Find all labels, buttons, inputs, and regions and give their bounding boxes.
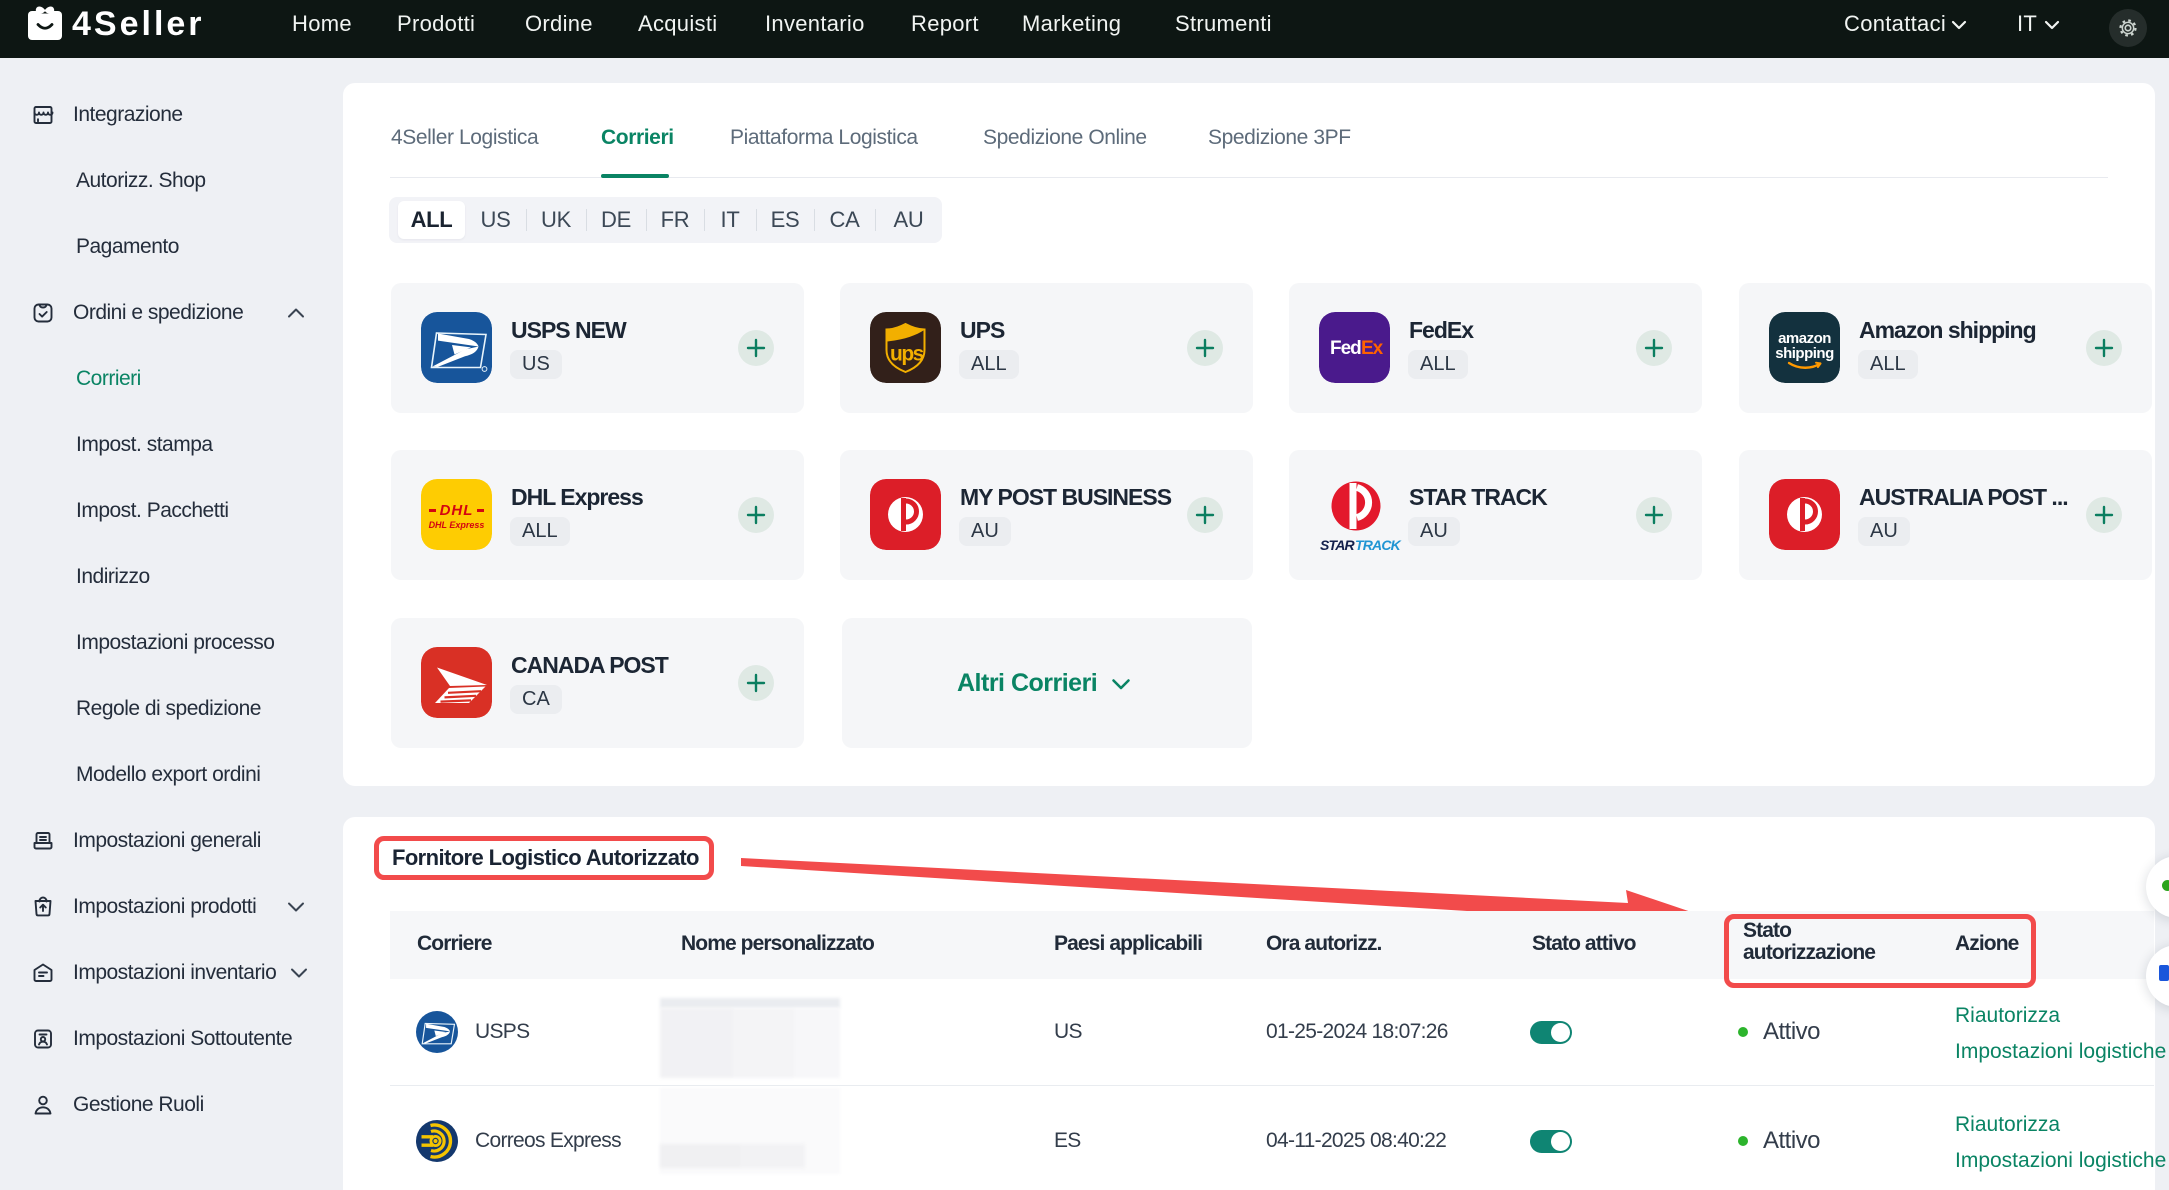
svg-text:STAR: STAR <box>1320 537 1356 553</box>
svg-text:Ex: Ex <box>1361 338 1384 359</box>
svg-text:TRACK: TRACK <box>1355 537 1402 553</box>
svg-text:ups: ups <box>890 343 924 366</box>
svg-text:shipping: shipping <box>1775 345 1834 362</box>
svg-text:Fed: Fed <box>1330 338 1361 359</box>
svg-text:DHL Express: DHL Express <box>429 520 485 530</box>
svg-text:DHL: DHL <box>440 502 474 519</box>
